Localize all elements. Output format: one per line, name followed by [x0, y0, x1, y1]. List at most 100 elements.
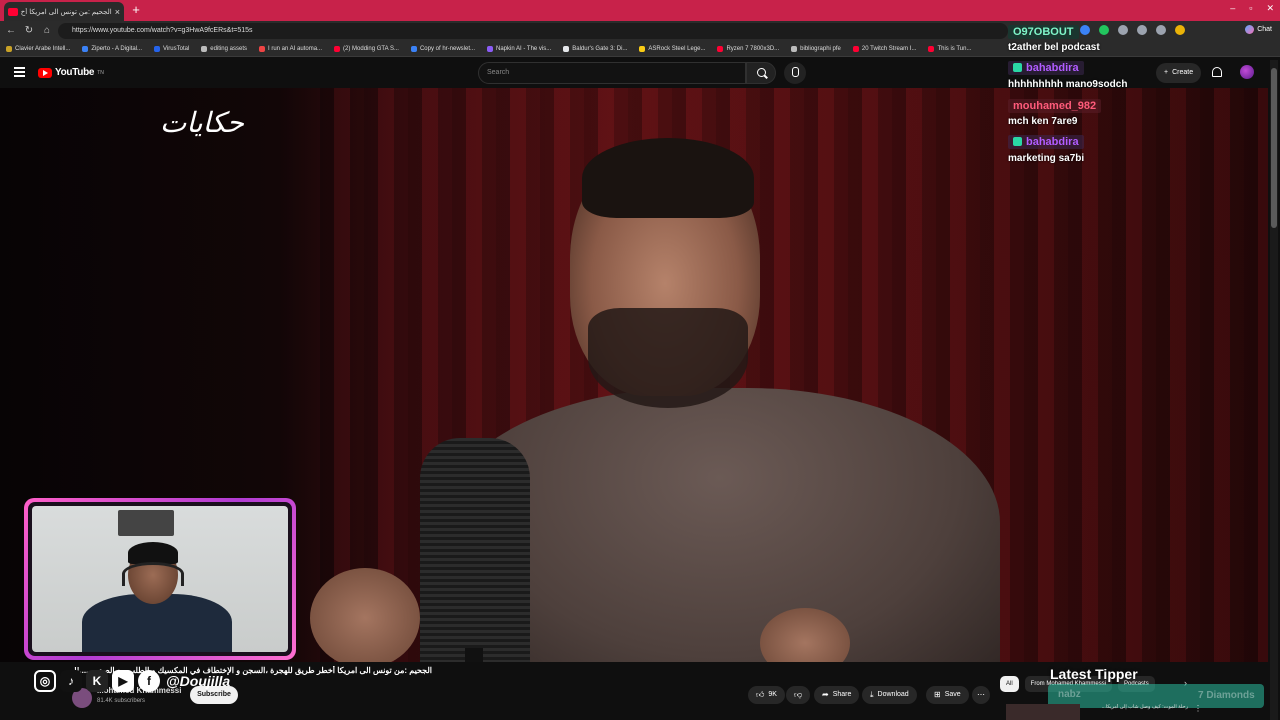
instagram-icon: ◎ — [34, 670, 56, 692]
bookmark-item[interactable]: (2) Modding GTA S... — [334, 45, 399, 52]
scrollbar-thumb[interactable] — [1271, 68, 1277, 228]
tab-title: الجحيم :من تونس الى امريكا أخ — [21, 8, 112, 16]
chat-message: bahabdira hhhhhhhhh mano9sodch — [1008, 59, 1258, 90]
bookmark-item[interactable]: Napkin AI - The vis... — [487, 45, 551, 52]
recommendation-chip[interactable]: All — [1000, 676, 1019, 692]
chat-username-text: bahabdira — [1026, 61, 1079, 74]
chat-text: mch ken 7are9 — [1008, 116, 1078, 127]
youtube-play-icon — [38, 67, 52, 78]
chat-username: mouhamed_982 — [1008, 99, 1102, 113]
logo-country: TN — [97, 69, 104, 76]
bookmark-item[interactable]: 20 Twitch Stream I... — [852, 45, 917, 52]
youtube-logo[interactable]: YouTube TN — [38, 67, 104, 78]
social-links-overlay: ◎ ♪ K ▶ f @Doujilla — [34, 670, 230, 692]
more-actions-button[interactable]: ⋯ — [972, 686, 990, 704]
share-button[interactable]: ➦ Share — [814, 686, 860, 704]
chat-username-text: mouhamed_982 — [1013, 100, 1097, 112]
bookmark-item[interactable]: Ziperto - A Digital... — [82, 45, 143, 52]
search-input[interactable]: Search — [478, 62, 746, 84]
bookmark-label: 20 Twitch Stream I... — [861, 45, 917, 52]
bookmark-favicon-icon — [563, 45, 570, 52]
chat-username: bahabdira — [1008, 134, 1084, 149]
close-tab-icon[interactable]: × — [115, 7, 120, 17]
thumbs-up-icon: 👍︎ — [756, 690, 765, 699]
bookmark-favicon-icon — [852, 45, 859, 52]
show-watermark-logo: حكايات — [160, 106, 244, 139]
bookmark-item[interactable]: VirusTotal — [154, 45, 190, 52]
thumbs-down-icon: 👎︎ — [794, 690, 803, 699]
bookmark-item[interactable]: Copy of hr-newslet... — [410, 45, 475, 52]
streamer-headset — [122, 562, 184, 586]
browser-tab-active[interactable]: الجحيم :من تونس الى امريكا أخ × — [4, 2, 124, 21]
streamer-webcam-frame — [24, 498, 296, 660]
voice-search-button[interactable] — [784, 62, 806, 84]
bookmark-favicon-icon — [82, 45, 89, 52]
bookmark-label: VirusTotal — [163, 45, 190, 52]
bookmark-label: Baldur's Gate 3: Di... — [572, 45, 628, 52]
bookmark-item[interactable]: This is Tun... — [928, 45, 971, 52]
tiktok-icon: ♪ — [60, 670, 82, 692]
download-button[interactable]: ⤓ Download — [862, 686, 917, 704]
like-button[interactable]: 👍︎ 9K — [748, 686, 785, 704]
microphone-stand — [465, 648, 483, 662]
bookmark-favicon-icon — [410, 45, 417, 52]
chat-message: O97OBOUT t2ather bel podcast — [1008, 22, 1258, 53]
search-button[interactable] — [746, 62, 776, 84]
bookmark-item[interactable]: I run an AI automa... — [259, 45, 323, 52]
recommended-video-thumbnail[interactable] — [1006, 704, 1080, 720]
chat-label: Chat — [1257, 26, 1272, 33]
bookmark-item[interactable]: bibliographi pfe — [791, 45, 841, 52]
bookmark-label: Ryzen 7 7800x3D... — [726, 45, 780, 52]
close-window-icon[interactable]: ✕ — [1266, 3, 1274, 14]
maximize-icon[interactable]: ▫ — [1249, 3, 1252, 14]
bookmark-favicon-icon — [6, 45, 12, 52]
back-icon[interactable]: ← — [4, 24, 18, 38]
reload-icon[interactable]: ↻ — [22, 24, 36, 38]
webcam-feed — [32, 506, 288, 652]
bookmark-favicon-icon — [334, 45, 341, 52]
home-icon[interactable]: ⌂ — [40, 24, 54, 38]
latest-tipper-name: nabz — [1058, 689, 1081, 700]
chat-text: hhhhhhhhh mano9sodch — [1008, 79, 1128, 90]
bookmark-label: ASRock Steel Lege... — [648, 45, 706, 52]
subscriber-badge-icon — [1013, 63, 1022, 72]
minimize-icon[interactable]: – — [1230, 3, 1235, 14]
bookmark-item[interactable]: Ryzen 7 7800x3D... — [717, 45, 780, 52]
bookmark-item[interactable]: Baldur's Gate 3: Di... — [563, 45, 628, 52]
new-tab-button[interactable]: + — [128, 2, 144, 18]
save-button[interactable]: ⊞ Save — [926, 686, 969, 704]
save-label: Save — [944, 691, 961, 698]
bookmark-favicon-icon — [639, 45, 646, 52]
dislike-button[interactable]: 👎︎ — [786, 686, 811, 704]
guest-beard — [588, 308, 748, 408]
bookmark-label: (2) Modding GTA S... — [343, 45, 399, 52]
bookmark-favicon-icon — [928, 45, 935, 52]
recommended-video-title[interactable]: رحلة الموت: كيف وصل شاب إلى أمريكا... — [1088, 704, 1188, 710]
bookmark-label: Copy of hr-newslet... — [419, 45, 475, 52]
chat-message: bahabdira marketing sa7bi — [1008, 133, 1258, 164]
url-input[interactable]: https://www.youtube.com/watch?v=g3HwA9fc… — [58, 23, 1008, 39]
channel-subscriber-count: 81.4K subscribers — [97, 698, 146, 704]
latest-tipper-heading: Latest Tipper — [1050, 666, 1138, 682]
menu-icon[interactable] — [14, 67, 25, 77]
bookmark-label: I run an AI automa... — [268, 45, 323, 52]
browser-tab-bar: الجحيم :من تونس الى امريكا أخ × + – ▫ ✕ — [0, 0, 1280, 21]
bookmark-favicon-icon — [154, 45, 161, 52]
bookmark-favicon-icon — [201, 45, 208, 52]
youtube-icon: ▶ — [112, 670, 134, 692]
chat-message: mouhamed_982mch ken 7are9 — [1008, 96, 1258, 127]
bookmark-label: Ziperto - A Digital... — [91, 45, 143, 52]
bookmark-favicon-icon — [717, 45, 724, 52]
bookmark-item[interactable]: editing assets — [201, 45, 247, 52]
bookmark-favicon-icon — [259, 45, 265, 52]
streamer-hair — [128, 542, 178, 564]
webcam-background-shelf — [118, 510, 174, 536]
bookmark-label: Clavier Arabe Intell... — [15, 45, 71, 52]
bookmark-item[interactable]: ASRock Steel Lege... — [639, 45, 706, 52]
bookmark-item[interactable]: Clavier Arabe Intell... — [6, 45, 71, 52]
download-icon: ⤓ — [870, 690, 874, 699]
podcast-microphone — [420, 438, 530, 662]
logo-text: YouTube — [55, 67, 95, 78]
recommended-more-icon[interactable]: ⋮ — [1194, 704, 1202, 713]
bookmark-favicon-icon — [791, 45, 798, 52]
